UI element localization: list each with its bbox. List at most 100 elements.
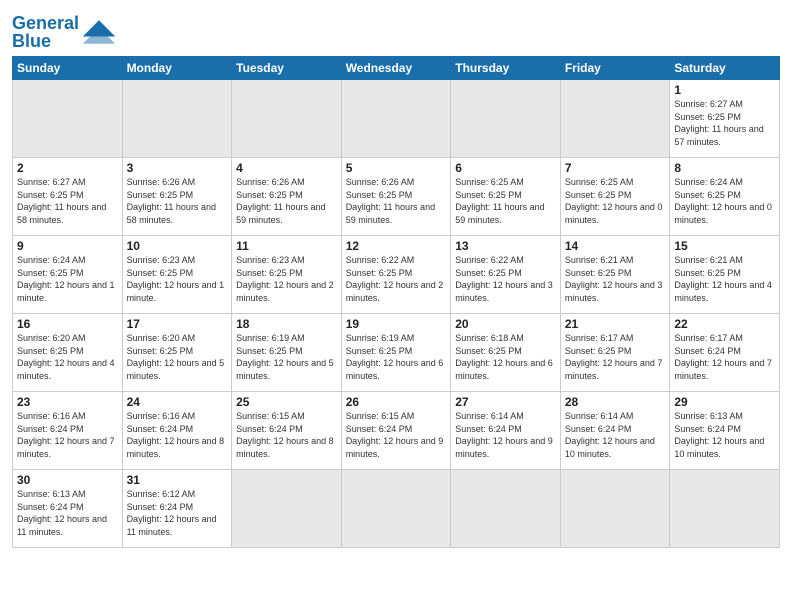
calendar-cell <box>451 80 561 158</box>
day-info: Sunrise: 6:12 AMSunset: 6:24 PMDaylight:… <box>127 488 228 538</box>
logo-icon <box>81 18 117 46</box>
page: General Blue SundayMondayTuesdayWednesda… <box>0 0 792 612</box>
calendar-cell <box>670 470 780 548</box>
day-number: 9 <box>17 239 118 253</box>
day-info: Sunrise: 6:26 AMSunset: 6:25 PMDaylight:… <box>127 176 228 226</box>
day-number: 22 <box>674 317 775 331</box>
day-info: Sunrise: 6:19 AMSunset: 6:25 PMDaylight:… <box>236 332 337 382</box>
day-info: Sunrise: 6:16 AMSunset: 6:24 PMDaylight:… <box>17 410 118 460</box>
day-info: Sunrise: 6:20 AMSunset: 6:25 PMDaylight:… <box>127 332 228 382</box>
day-info: Sunrise: 6:16 AMSunset: 6:24 PMDaylight:… <box>127 410 228 460</box>
calendar-cell: 18Sunrise: 6:19 AMSunset: 6:25 PMDayligh… <box>232 314 342 392</box>
calendar-cell <box>560 470 670 548</box>
calendar-cell: 29Sunrise: 6:13 AMSunset: 6:24 PMDayligh… <box>670 392 780 470</box>
day-number: 2 <box>17 161 118 175</box>
day-info: Sunrise: 6:13 AMSunset: 6:24 PMDaylight:… <box>17 488 118 538</box>
calendar-cell <box>451 470 561 548</box>
day-number: 27 <box>455 395 556 409</box>
calendar-cell: 26Sunrise: 6:15 AMSunset: 6:24 PMDayligh… <box>341 392 451 470</box>
week-row-4: 16Sunrise: 6:20 AMSunset: 6:25 PMDayligh… <box>13 314 780 392</box>
day-info: Sunrise: 6:18 AMSunset: 6:25 PMDaylight:… <box>455 332 556 382</box>
calendar-cell: 20Sunrise: 6:18 AMSunset: 6:25 PMDayligh… <box>451 314 561 392</box>
logo-blue: Blue <box>12 31 51 51</box>
calendar-cell: 17Sunrise: 6:20 AMSunset: 6:25 PMDayligh… <box>122 314 232 392</box>
calendar-cell: 22Sunrise: 6:17 AMSunset: 6:24 PMDayligh… <box>670 314 780 392</box>
day-number: 24 <box>127 395 228 409</box>
day-info: Sunrise: 6:22 AMSunset: 6:25 PMDaylight:… <box>455 254 556 304</box>
day-info: Sunrise: 6:22 AMSunset: 6:25 PMDaylight:… <box>346 254 447 304</box>
day-info: Sunrise: 6:15 AMSunset: 6:24 PMDaylight:… <box>346 410 447 460</box>
day-number: 7 <box>565 161 666 175</box>
calendar-cell: 9Sunrise: 6:24 AMSunset: 6:25 PMDaylight… <box>13 236 123 314</box>
calendar-cell: 12Sunrise: 6:22 AMSunset: 6:25 PMDayligh… <box>341 236 451 314</box>
weekday-header-monday: Monday <box>122 57 232 80</box>
day-info: Sunrise: 6:23 AMSunset: 6:25 PMDaylight:… <box>127 254 228 304</box>
day-info: Sunrise: 6:27 AMSunset: 6:25 PMDaylight:… <box>674 98 775 148</box>
day-info: Sunrise: 6:26 AMSunset: 6:25 PMDaylight:… <box>346 176 447 226</box>
day-number: 25 <box>236 395 337 409</box>
week-row-5: 23Sunrise: 6:16 AMSunset: 6:24 PMDayligh… <box>13 392 780 470</box>
day-number: 6 <box>455 161 556 175</box>
day-number: 18 <box>236 317 337 331</box>
calendar-cell: 7Sunrise: 6:25 AMSunset: 6:25 PMDaylight… <box>560 158 670 236</box>
weekday-header-thursday: Thursday <box>451 57 561 80</box>
day-info: Sunrise: 6:25 AMSunset: 6:25 PMDaylight:… <box>565 176 666 226</box>
calendar-cell: 21Sunrise: 6:17 AMSunset: 6:25 PMDayligh… <box>560 314 670 392</box>
day-number: 3 <box>127 161 228 175</box>
weekday-header-saturday: Saturday <box>670 57 780 80</box>
day-number: 14 <box>565 239 666 253</box>
calendar-cell: 11Sunrise: 6:23 AMSunset: 6:25 PMDayligh… <box>232 236 342 314</box>
calendar-cell: 23Sunrise: 6:16 AMSunset: 6:24 PMDayligh… <box>13 392 123 470</box>
calendar-cell <box>560 80 670 158</box>
day-number: 17 <box>127 317 228 331</box>
day-info: Sunrise: 6:17 AMSunset: 6:24 PMDaylight:… <box>674 332 775 382</box>
week-row-1: 1Sunrise: 6:27 AMSunset: 6:25 PMDaylight… <box>13 80 780 158</box>
day-number: 1 <box>674 83 775 97</box>
calendar-cell: 31Sunrise: 6:12 AMSunset: 6:24 PMDayligh… <box>122 470 232 548</box>
calendar-cell <box>341 470 451 548</box>
day-info: Sunrise: 6:15 AMSunset: 6:24 PMDaylight:… <box>236 410 337 460</box>
weekday-header-tuesday: Tuesday <box>232 57 342 80</box>
calendar-cell: 30Sunrise: 6:13 AMSunset: 6:24 PMDayligh… <box>13 470 123 548</box>
calendar-cell: 16Sunrise: 6:20 AMSunset: 6:25 PMDayligh… <box>13 314 123 392</box>
day-number: 10 <box>127 239 228 253</box>
calendar-cell <box>122 80 232 158</box>
day-number: 16 <box>17 317 118 331</box>
day-info: Sunrise: 6:19 AMSunset: 6:25 PMDaylight:… <box>346 332 447 382</box>
day-number: 21 <box>565 317 666 331</box>
calendar-cell <box>341 80 451 158</box>
calendar-cell <box>232 80 342 158</box>
day-number: 30 <box>17 473 118 487</box>
day-number: 13 <box>455 239 556 253</box>
weekday-header-wednesday: Wednesday <box>341 57 451 80</box>
day-info: Sunrise: 6:21 AMSunset: 6:25 PMDaylight:… <box>674 254 775 304</box>
day-info: Sunrise: 6:21 AMSunset: 6:25 PMDaylight:… <box>565 254 666 304</box>
logo-text: General Blue <box>12 14 79 50</box>
calendar-cell: 10Sunrise: 6:23 AMSunset: 6:25 PMDayligh… <box>122 236 232 314</box>
calendar-cell: 25Sunrise: 6:15 AMSunset: 6:24 PMDayligh… <box>232 392 342 470</box>
day-info: Sunrise: 6:23 AMSunset: 6:25 PMDaylight:… <box>236 254 337 304</box>
day-info: Sunrise: 6:24 AMSunset: 6:25 PMDaylight:… <box>674 176 775 226</box>
day-number: 28 <box>565 395 666 409</box>
day-number: 26 <box>346 395 447 409</box>
calendar-cell: 13Sunrise: 6:22 AMSunset: 6:25 PMDayligh… <box>451 236 561 314</box>
day-number: 4 <box>236 161 337 175</box>
calendar-cell: 27Sunrise: 6:14 AMSunset: 6:24 PMDayligh… <box>451 392 561 470</box>
day-number: 29 <box>674 395 775 409</box>
calendar-cell <box>232 470 342 548</box>
logo: General Blue <box>12 14 117 50</box>
calendar-cell: 4Sunrise: 6:26 AMSunset: 6:25 PMDaylight… <box>232 158 342 236</box>
week-row-6: 30Sunrise: 6:13 AMSunset: 6:24 PMDayligh… <box>13 470 780 548</box>
day-number: 23 <box>17 395 118 409</box>
day-info: Sunrise: 6:25 AMSunset: 6:25 PMDaylight:… <box>455 176 556 226</box>
day-info: Sunrise: 6:20 AMSunset: 6:25 PMDaylight:… <box>17 332 118 382</box>
calendar-cell: 1Sunrise: 6:27 AMSunset: 6:25 PMDaylight… <box>670 80 780 158</box>
calendar-cell: 3Sunrise: 6:26 AMSunset: 6:25 PMDaylight… <box>122 158 232 236</box>
week-row-3: 9Sunrise: 6:24 AMSunset: 6:25 PMDaylight… <box>13 236 780 314</box>
day-number: 5 <box>346 161 447 175</box>
day-info: Sunrise: 6:14 AMSunset: 6:24 PMDaylight:… <box>565 410 666 460</box>
calendar-table: SundayMondayTuesdayWednesdayThursdayFrid… <box>12 56 780 548</box>
weekday-header-row: SundayMondayTuesdayWednesdayThursdayFrid… <box>13 57 780 80</box>
day-info: Sunrise: 6:26 AMSunset: 6:25 PMDaylight:… <box>236 176 337 226</box>
day-info: Sunrise: 6:24 AMSunset: 6:25 PMDaylight:… <box>17 254 118 304</box>
